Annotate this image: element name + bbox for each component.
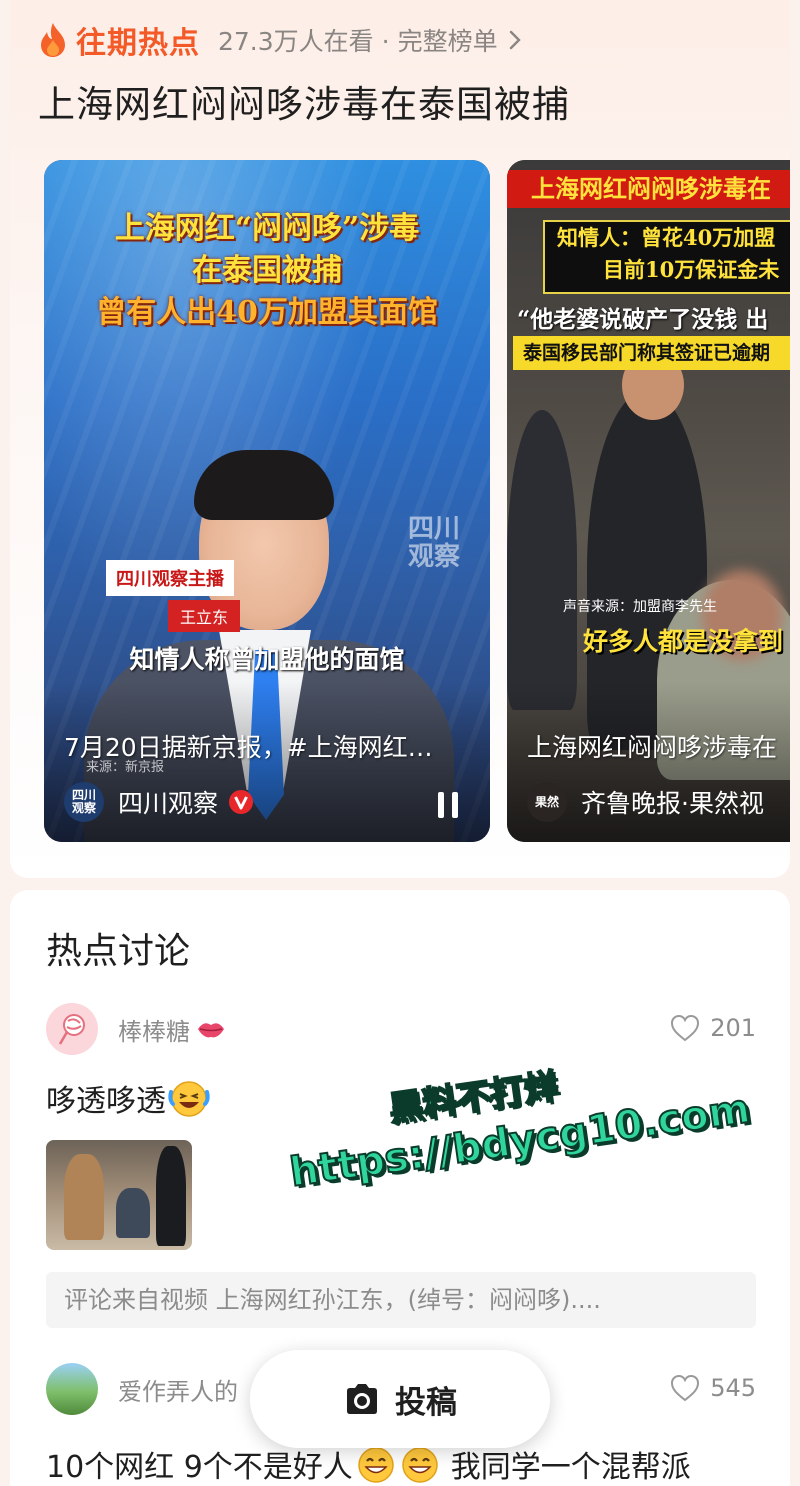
comment-image[interactable]	[46, 1140, 192, 1250]
video-card[interactable]: 上海网红“闷闷哆”涉毒 在泰国被捕 曾有人出40万加盟其面馆 四川 观察 四川观…	[44, 160, 490, 842]
avatar-text: 观察	[71, 801, 96, 815]
caption-line: 在泰国被捕	[192, 253, 342, 288]
lollipop-icon	[58, 1014, 85, 1045]
viewer-count: 27.3万人在看 ·	[218, 27, 390, 56]
video-description: 7月20日据新京报，#上海网红…	[64, 733, 433, 762]
comment-header: 棒棒糖 201	[46, 1002, 756, 1056]
like-button[interactable]: 545	[670, 1374, 756, 1402]
author-name: 四川观察	[118, 789, 219, 818]
avatar[interactable]	[46, 1363, 98, 1415]
full-list-label: 完整榜单	[397, 27, 498, 56]
heart-icon	[671, 1374, 700, 1402]
video-overlay-box: 知情人：曾花40万加盟 目前10万保证金未	[543, 220, 790, 294]
lips-icon	[198, 1023, 224, 1038]
post-button-label: 投稿	[395, 1384, 457, 1421]
video-subtitle: 好多人都是没拿到	[583, 627, 784, 656]
like-button[interactable]: 201	[670, 1014, 756, 1042]
grinning-emoji-icon	[402, 1447, 438, 1483]
avatar-text: 果然	[534, 794, 559, 809]
laughing-emoji-icon	[168, 1081, 210, 1117]
anchor-name: 王立东	[168, 600, 241, 632]
show-name: 四川观察主播	[106, 560, 234, 596]
chevron-right-icon	[509, 30, 521, 50]
comment-text-body: 我同学一个混帮派	[450, 1450, 691, 1485]
channel-watermark-line: 四川	[407, 514, 460, 544]
comment-username[interactable]: 棒棒糖	[118, 1012, 226, 1047]
like-count: 201	[710, 1014, 756, 1042]
avatar: 四川 观察	[64, 782, 104, 822]
video-overlay-quote: “他老婆说破产了没钱 出	[517, 306, 769, 333]
heart-icon	[671, 1014, 700, 1042]
verified-icon	[229, 790, 254, 814]
caption-line: 上海网红“闷闷哆”涉毒	[114, 211, 420, 246]
comment-username[interactable]: 爱作弄人的	[118, 1372, 238, 1407]
grinning-emoji-icon	[358, 1447, 394, 1483]
caption-line: 知情人：曾花40万加盟	[557, 225, 776, 250]
full-list-link[interactable]: 完整榜单	[390, 22, 522, 58]
comment-source-link[interactable]: 评论来自视频 上海网红孙江东，(绰号：闷闷哆)....	[46, 1272, 756, 1328]
avatar[interactable]	[46, 1003, 98, 1055]
comment-text-body: 10个网红 9个不是好人	[46, 1450, 353, 1485]
video-subtitle: 知情人称曾加盟他的面馆	[129, 645, 405, 674]
avatar: 果然	[527, 782, 567, 822]
flame-icon	[41, 23, 65, 57]
comment-text: 10个网红 9个不是好人 我同学一个混帮派	[46, 1442, 756, 1486]
hot-header: 往期热点 27.3万人在看 · 完整榜单	[38, 18, 522, 62]
caption-line: 目前10万保证金未	[603, 257, 780, 282]
hot-title: 往期热点	[76, 26, 200, 61]
discussion-title: 热点讨论	[46, 931, 191, 972]
channel-watermark: 四川 观察	[408, 515, 460, 571]
post-button[interactable]: 投稿	[250, 1350, 550, 1448]
video-author[interactable]: 果然 齐鲁晚报·果然视	[527, 782, 764, 822]
hot-topics-panel: 往期热点 27.3万人在看 · 完整榜单 上海网红闷闷哆涉毒在泰国被捕 上海网红…	[10, 0, 790, 878]
video-author[interactable]: 四川 观察 四川观察	[64, 782, 254, 822]
comment-text-body: 哆透哆透	[46, 1084, 166, 1119]
anchor-name-badge: 四川观察主播 王立东	[106, 560, 241, 632]
like-count: 545	[710, 1374, 756, 1402]
video-overlay-caption: 上海网红“闷闷哆”涉毒 在泰国被捕 曾有人出40万加盟其面馆	[44, 208, 490, 334]
pause-icon[interactable]	[436, 790, 460, 820]
thumbnail-person	[507, 410, 577, 710]
video-card[interactable]: 上海网红闷闷哆涉毒在 知情人：曾花40万加盟 目前10万保证金未 “他老婆说破产…	[507, 160, 790, 842]
camera-icon	[347, 1384, 377, 1414]
video-overlay-title: 上海网红闷闷哆涉毒在	[507, 170, 790, 208]
comment-username-label: 棒棒糖	[118, 1017, 190, 1046]
channel-watermark-line: 观察	[407, 542, 460, 572]
topic-title[interactable]: 上海网红闷闷哆涉毒在泰国被捕	[38, 74, 570, 128]
video-description: 上海网红闷闷哆涉毒在	[527, 733, 778, 762]
caption-line: 曾有人出40万加盟其面馆	[96, 295, 438, 330]
video-overlay-notice: 泰国移民部门称其签证已逾期	[513, 336, 790, 370]
author-name: 齐鲁晚报·果然视	[581, 789, 764, 818]
anchor-hair	[194, 450, 334, 520]
source-tag: 声音来源：加盟商李先生	[563, 599, 717, 615]
